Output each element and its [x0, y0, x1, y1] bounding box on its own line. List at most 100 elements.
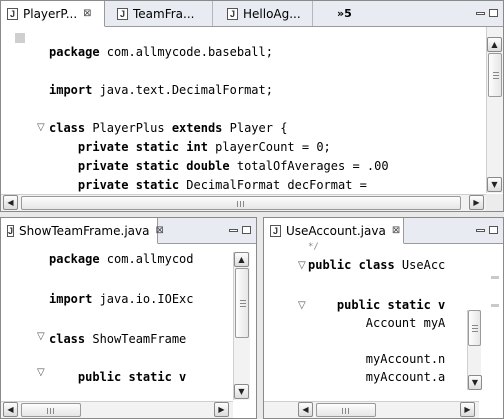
close-tab-icon[interactable]: ⊠	[83, 8, 91, 19]
fold-collapse-icon[interactable]: ▽	[298, 260, 306, 271]
scroll-thumb[interactable]	[235, 268, 249, 338]
scroll-down-button[interactable]: ▼	[487, 177, 502, 192]
tab-teamframe[interactable]: J TeamFra...	[105, 1, 213, 26]
code-line: import java.text.DecimalFormat;	[49, 83, 273, 97]
scroll-down-button[interactable]: ▼	[234, 384, 249, 399]
close-tab-icon[interactable]: ⊠	[155, 225, 163, 236]
code-text: myAccount.n	[308, 352, 446, 366]
keyword: private static double	[49, 159, 230, 173]
keyword: class	[49, 121, 86, 135]
overview-marker	[491, 276, 499, 279]
vertical-scrollbar[interactable]: ▼	[467, 310, 482, 390]
line-highlight-marker	[15, 33, 25, 43]
code-line: package com.allmycode.baseball;	[49, 45, 273, 59]
keyword: package	[49, 252, 100, 266]
scroll-left-button[interactable]: ◀	[3, 195, 18, 210]
fold-collapse-icon[interactable]: ▽	[37, 331, 45, 342]
code-line: private static DecimalFormat decFormat =	[49, 178, 367, 192]
horizontal-scrollbar[interactable]: ◀ ▶	[1, 401, 233, 418]
maximize-icon[interactable]	[489, 226, 498, 234]
maximize-icon[interactable]	[489, 9, 498, 17]
left-editor-tabbar: J ShowTeamFrame.java ⊠	[1, 218, 256, 244]
left-ruler	[1, 27, 11, 193]
scroll-left-button[interactable]: ◀	[298, 402, 313, 417]
tab-overflow-button[interactable]: »5	[331, 1, 371, 26]
scroll-corner	[486, 194, 503, 211]
scroll-thumb[interactable]	[21, 196, 461, 210]
maximize-icon[interactable]	[242, 226, 251, 234]
tab-label: ShowTeamFrame.java	[19, 223, 150, 238]
minimize-icon[interactable]	[476, 229, 485, 232]
scroll-thumb[interactable]	[488, 53, 502, 97]
tab-showteamframe[interactable]: J ShowTeamFrame.java ⊠	[1, 218, 164, 244]
code-area[interactable]: package com.allmycode.baseball; import j…	[49, 29, 485, 193]
tab-helloagain[interactable]: J HelloAg...	[213, 1, 313, 26]
fold-collapse-icon[interactable]: ▽	[37, 122, 45, 133]
scroll-thumb[interactable]	[316, 403, 376, 417]
code-line: import java.io.IOExc	[49, 292, 194, 306]
close-tab-icon[interactable]: ⊠	[392, 225, 400, 236]
right-editor-pane: J UseAccount.java ⊠ */ public class UseA…	[263, 217, 504, 419]
code-area[interactable]: */ public class UseAcc public static v A…	[308, 240, 463, 400]
code-line: myAccount.a	[308, 370, 445, 384]
code-text: UseAcc	[394, 258, 446, 272]
code-area[interactable]: package com.allmycod import java.io.IOEx…	[49, 246, 232, 400]
java-file-icon: J	[7, 7, 18, 20]
keyword: private static int	[49, 140, 208, 154]
vertical-scrollbar[interactable]: ▲ ▼	[486, 27, 503, 193]
tab-label: PlayerP...	[23, 6, 78, 21]
keyword: package	[49, 45, 100, 59]
horizontal-scrollbar[interactable]: ◀ ▶	[264, 401, 479, 418]
code-text: ShowTeamFrame	[85, 332, 187, 346]
code-text: playerCount = 0;	[207, 140, 331, 154]
fold-collapse-icon[interactable]: ▽	[298, 300, 306, 311]
fold-collapse-icon[interactable]: ▽	[37, 367, 45, 378]
code-text: java.io.IOExc	[92, 292, 194, 306]
code-text: com.allmycode.baseball;	[99, 45, 273, 59]
scroll-up-button[interactable]: ▲	[487, 37, 502, 52]
keyword: class	[49, 332, 86, 346]
tab-label: TeamFra...	[133, 6, 195, 21]
java-file-icon: J	[227, 7, 238, 20]
scroll-up-button[interactable]: ▲	[234, 252, 249, 267]
code-text: PlayerPlus	[85, 121, 172, 135]
scroll-thumb[interactable]	[468, 310, 481, 346]
keyword: private static	[49, 178, 180, 192]
code-line: */	[308, 242, 319, 252]
code-line: private static double totalOfAverages = …	[49, 159, 389, 173]
code-text: totalOfAverages = .00	[229, 159, 389, 173]
overview-marker	[491, 304, 499, 307]
code-line: public static v	[49, 370, 186, 384]
keyword: import	[49, 292, 93, 306]
code-text: java.text.DecimalFormat;	[92, 83, 273, 97]
code-text: Account myA	[308, 316, 446, 330]
java-file-icon: J	[117, 7, 128, 20]
top-editor-tabbar: J PlayerP... ⊠ J TeamFra... J HelloAg...…	[1, 1, 503, 27]
scroll-thumb[interactable]	[21, 403, 81, 417]
top-editor-pane: J PlayerP... ⊠ J TeamFra... J HelloAg...…	[0, 0, 504, 212]
vertical-scrollbar[interactable]: ▲ ▼	[233, 252, 250, 400]
keyword: extends	[171, 121, 223, 135]
code-text: com.allmycod	[99, 252, 194, 266]
code-line: class PlayerPlus extends Player {	[49, 121, 287, 135]
overflow-chevron-icon: »5	[337, 7, 352, 20]
tab-label: HelloAg...	[243, 6, 301, 21]
keyword: public static v	[308, 298, 446, 312]
scroll-left-button[interactable]: ◀	[3, 402, 18, 417]
code-text: */	[308, 242, 319, 252]
code-line: package com.allmycod	[49, 252, 194, 266]
tab-label: UseAccount.java	[286, 223, 386, 238]
java-file-icon: J	[7, 224, 15, 237]
scroll-right-button[interactable]: ▶	[469, 195, 484, 210]
java-file-icon: J	[270, 224, 281, 237]
minimize-icon[interactable]	[476, 12, 485, 15]
scroll-right-button[interactable]: ▶	[460, 402, 475, 417]
tab-playerplus[interactable]: J PlayerP... ⊠	[1, 1, 105, 27]
horizontal-scrollbar[interactable]: ◀ ▶	[1, 194, 486, 211]
scroll-right-button[interactable]: ▶	[214, 402, 229, 417]
code-text: myAccount.a	[308, 370, 446, 384]
minimize-icon[interactable]	[229, 229, 238, 232]
code-text: Player {	[222, 121, 288, 135]
code-text: DecimalFormat decFormat =	[179, 178, 367, 192]
scroll-down-button[interactable]: ▼	[468, 375, 482, 390]
